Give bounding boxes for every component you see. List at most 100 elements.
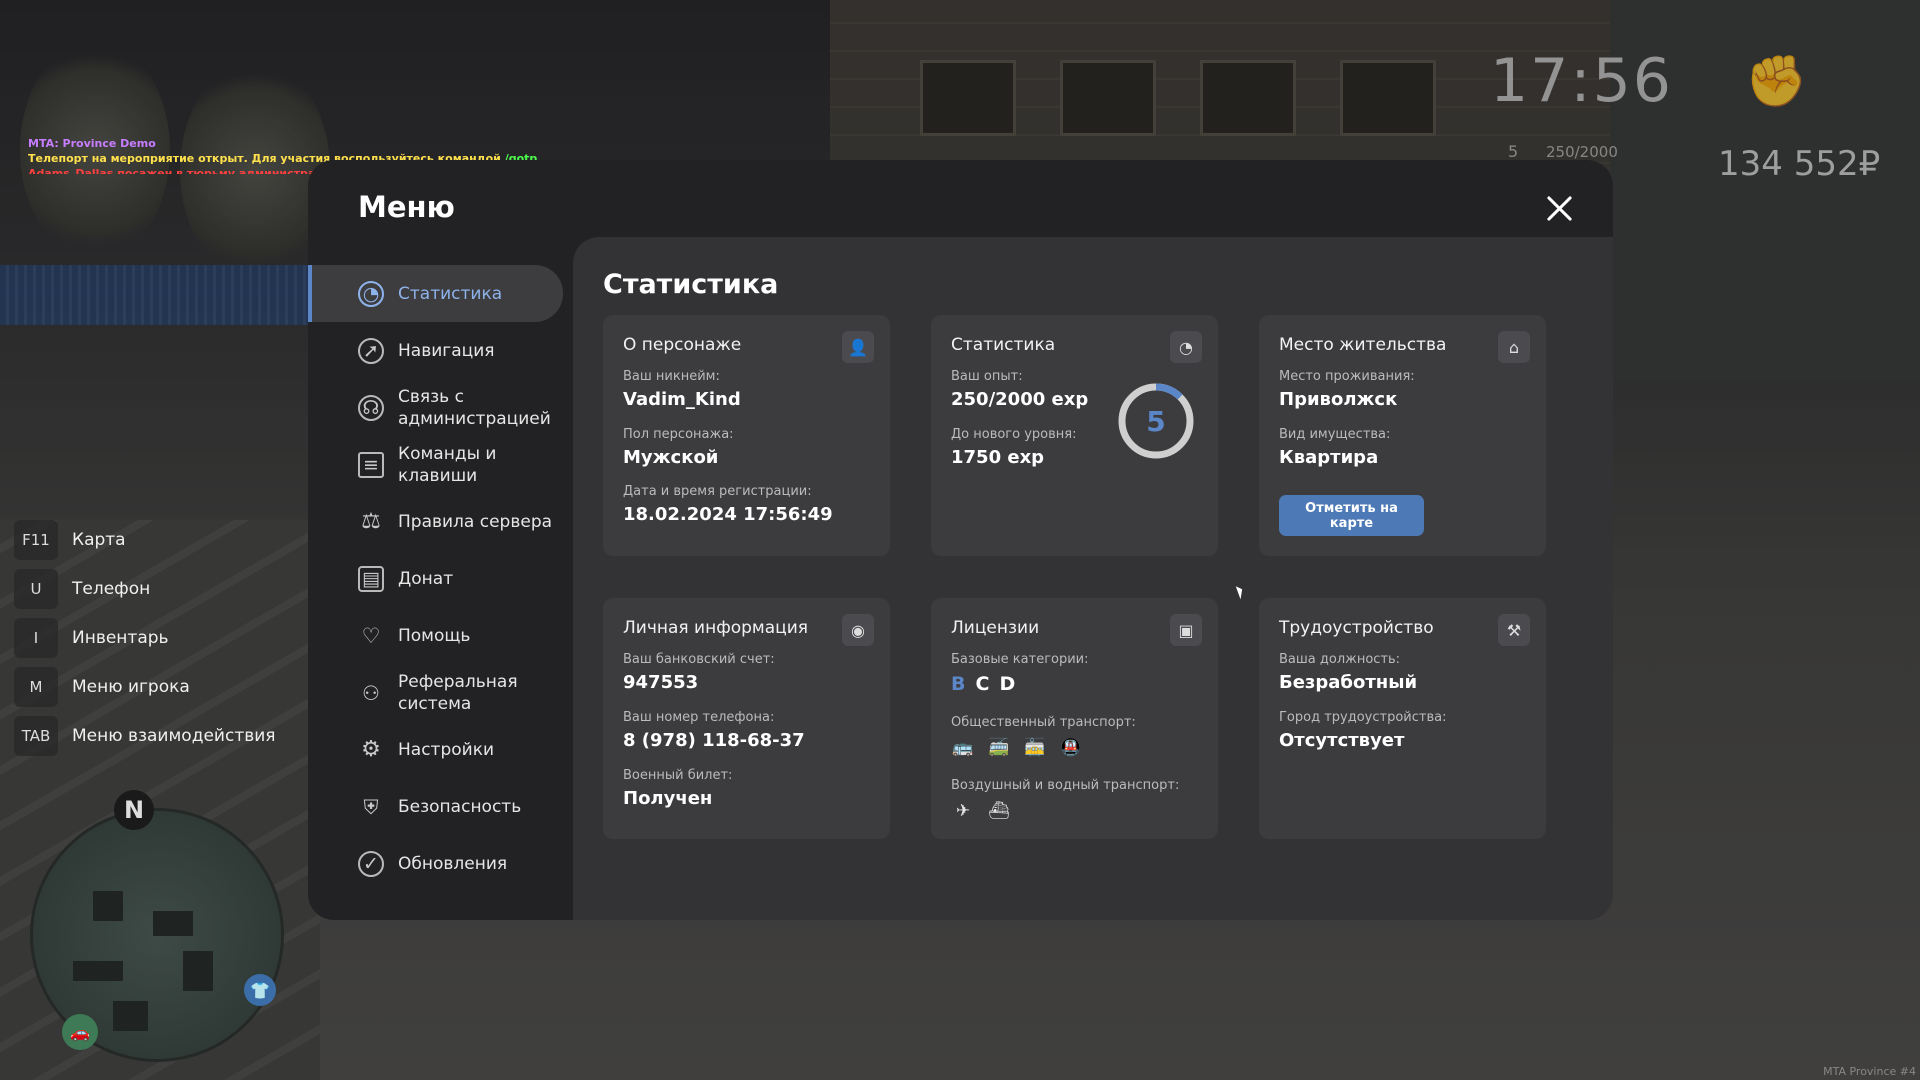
hotkey-player-menu[interactable]: M Меню игрока [14, 667, 276, 707]
nav-item-donate[interactable]: ▤ Донат [308, 550, 563, 607]
field-military-id: Военный билет: Получен [623, 768, 732, 809]
wallet-icon: ▤ [358, 565, 384, 592]
close-button[interactable] [1541, 190, 1577, 226]
license-category-b: B [951, 673, 966, 695]
field-label: Ваш банковский счет: [623, 652, 775, 667]
hud-clock: 17:56 [1490, 46, 1673, 116]
field-nickname: Ваш никнейм: Vadim_Kind [623, 369, 741, 410]
nav-label: Статистика [398, 283, 503, 304]
gear-icon: ⚙ [361, 737, 381, 762]
field-residence-place: Место проживания: Приволжск [1279, 369, 1415, 410]
field-air-water-transport: Воздушный и водный транспорт: ✈ ⛴ [951, 778, 1179, 823]
nav-label: Команды и клавиши [398, 443, 497, 486]
nav-item-settings[interactable]: ⚙ Настройки [308, 721, 563, 778]
minimap-block [73, 961, 123, 981]
plane-icon: ✈ [955, 801, 971, 821]
hotkey-phone[interactable]: U Телефон [14, 569, 276, 609]
card-statistics: Статистика ◔ Ваш опыт: 250/2000 exp До но… [931, 315, 1218, 556]
card-personal-info: Личная информация ◉ Ваш банковский счет:… [603, 598, 890, 839]
license-categories: B C D [951, 673, 1089, 695]
house-icon: ⌂ [1498, 331, 1530, 363]
field-label: Пол персонажа: [623, 427, 734, 442]
hotkey-label: Карта [72, 530, 126, 550]
field-value: Безработный [1279, 672, 1418, 693]
minimap-block [93, 891, 123, 921]
field-value: Получен [623, 788, 713, 809]
nav-item-security[interactable]: ⛨ Безопасность [308, 778, 563, 835]
fist-icon: ✊ [1745, 52, 1808, 110]
menu-nav: ◔ Статистика ➚ Навигация ☊ Связь с админист… [308, 265, 563, 892]
field-value: Отсутствует [1279, 730, 1405, 751]
field-label: Город трудоустройства: [1279, 710, 1447, 725]
field-value: 947553 [623, 672, 699, 693]
nav-item-updates[interactable]: ✓ Обновления [308, 835, 563, 892]
minimap-block [183, 951, 213, 991]
nav-item-statistics[interactable]: ◔ Статистика [308, 265, 563, 322]
hotkey-label: Телефон [72, 579, 151, 599]
license-category-d: D [999, 673, 1016, 695]
hotkey-key: F11 [14, 520, 58, 560]
field-label: Дата и время регистрации: [623, 484, 812, 499]
card-title: Лицензии [951, 618, 1040, 638]
nav-label: Связь с администрацией [398, 386, 551, 429]
mark-on-map-button[interactable]: Отметить на карте [1279, 495, 1424, 536]
metro-icon: 🚇 [1060, 738, 1082, 758]
hotkey-label: Инвентарь [72, 628, 169, 648]
card-title: Личная информация [623, 618, 809, 638]
field-value: Мужской [623, 447, 719, 468]
nav-item-navigation[interactable]: ➚ Навигация [308, 322, 563, 379]
card-about-character: О персонаже 👤 Ваш никнейм: Vadim_Kind Пол… [603, 315, 890, 556]
menu-title: Меню [358, 190, 455, 224]
watermark: MTA Province #4 [1823, 1065, 1916, 1078]
hotkey-label: Меню игрока [72, 677, 190, 697]
nav-label: Обновления [398, 853, 508, 874]
nav-label: Настройки [398, 739, 495, 760]
nav-item-rules[interactable]: ⚖ Правила сервера [308, 493, 563, 550]
users-icon: ⚇ [362, 680, 380, 705]
field-public-transport: Общественный транспорт: 🚌 🚎 🚋 🚇 [951, 715, 1136, 760]
hotkey-inventory[interactable]: I Инвентарь [14, 618, 276, 658]
field-label: До нового уровня: [951, 427, 1077, 442]
field-work-city: Город трудоустройства: Отсутствует [1279, 710, 1446, 751]
field-registration: Дата и время регистрации: 18.02.2024 17:5… [623, 484, 833, 525]
public-transport-icons: 🚌 🚎 🚋 🚇 [951, 736, 1136, 760]
hud-level: 5 [1508, 142, 1519, 161]
hud-exp: 250/2000 [1546, 143, 1618, 161]
pie-chart-icon: ◔ [358, 280, 384, 307]
nav-item-help[interactable]: ♡ Помощь [308, 607, 563, 664]
field-phone: Ваш номер телефона: 8 (978) 118-68-37 [623, 710, 805, 751]
stats-title: Статистика [603, 269, 779, 300]
hammer-icon: ⚒ [1498, 614, 1530, 646]
nav-label: Навигация [398, 340, 495, 361]
card-employment: Трудоустройство ⚒ Ваша должность: Безрабо… [1259, 598, 1546, 839]
hotkey-interaction-menu[interactable]: TAB Меню взаимодействия [14, 716, 276, 756]
hotkey-label: Меню взаимодействия [72, 726, 276, 746]
hotkey-key: TAB [14, 716, 58, 756]
field-label: Ваш опыт: [951, 369, 1023, 384]
field-next-level: До нового уровня: 1750 exp [951, 427, 1077, 468]
card-title: Место жительства [1279, 335, 1447, 355]
level-number: 5 [1146, 405, 1165, 438]
field-label: Вид имущества: [1279, 427, 1391, 442]
nav-item-admin-contact[interactable]: ☊ Связь с администрацией [308, 379, 563, 436]
field-label: Базовые категории: [951, 652, 1089, 667]
license-card-icon: ▣ [1170, 614, 1202, 646]
shirt-icon: 👕 [244, 974, 276, 1006]
card-licenses: Лицензии ▣ Базовые категории: B C D Обще… [931, 598, 1218, 839]
nav-label: Реферальная система [398, 671, 518, 714]
field-label: Место проживания: [1279, 369, 1415, 384]
hotkey-key: I [14, 618, 58, 658]
nav-label: Донат [398, 568, 454, 589]
field-value: 1750 exp [951, 447, 1045, 468]
nav-item-commands[interactable]: ≡ Команды и клавиши [308, 436, 563, 493]
hotkey-map[interactable]: F11 Карта [14, 520, 276, 560]
minimap-block [153, 911, 193, 936]
shield-icon: ⛨ [363, 794, 379, 819]
card-title: Трудоустройство [1279, 618, 1434, 638]
nav-item-referral[interactable]: ⚇ Реферальная система [308, 664, 563, 721]
minimap-north: N [114, 790, 154, 830]
tram-icon: 🚋 [1024, 738, 1046, 758]
field-label: Ваш никнейм: [623, 369, 720, 384]
menu-window: Меню ◔ Статистика ➚ Навигация ☊ Связь с адм… [308, 160, 1613, 920]
field-label: Воздушный и водный транспорт: [951, 778, 1180, 793]
